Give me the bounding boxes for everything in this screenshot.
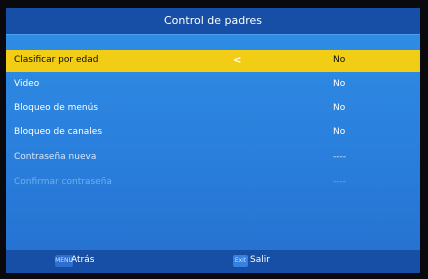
page-title: Control de padres [164,14,262,27]
exit-hint[interactable]: Salir [250,255,270,265]
menu-item-value: No [333,79,346,89]
menu-item-value: No [333,127,346,137]
tv-screen: Control de padres Clasificar por edad < … [0,0,428,279]
menu-item-label: Confirmar contraseña [14,177,112,187]
menu-item-channel-lock[interactable]: Bloqueo de canales No [6,122,420,144]
menu-title-bar: Control de padres [6,8,420,35]
back-hint[interactable]: Atrás [71,255,94,265]
menu-item-label: Bloqueo de canales [14,127,103,137]
menu-item-confirm-password: Confirmar contraseña ---- [6,172,420,194]
arrow-left-icon[interactable]: < [233,55,243,66]
menu-item-menu-lock[interactable]: Bloqueo de menús No [6,98,420,120]
exit-key-icon: Exit [233,255,248,267]
menu-item-value: ---- [333,177,346,187]
menu-item-label: Contraseña nueva [14,152,97,162]
menu-item-value: ---- [333,152,346,162]
menu-item-new-password[interactable]: Contraseña nueva ---- [6,147,420,169]
parental-control-menu: Control de padres Clasificar por edad < … [6,8,420,273]
menu-item-label: Bloqueo de menús [14,103,99,113]
footer-hint-bar: MENU Atrás Exit Salir [6,250,420,273]
menu-item-video[interactable]: Video No [6,74,420,96]
menu-item-label: Video [14,79,40,89]
menu-item-value: No [333,55,346,65]
menu-item-value: No [333,103,346,113]
menu-item-label: Clasificar por edad [14,55,99,65]
menu-item-age-rating[interactable]: Clasificar por edad < No [6,50,420,72]
